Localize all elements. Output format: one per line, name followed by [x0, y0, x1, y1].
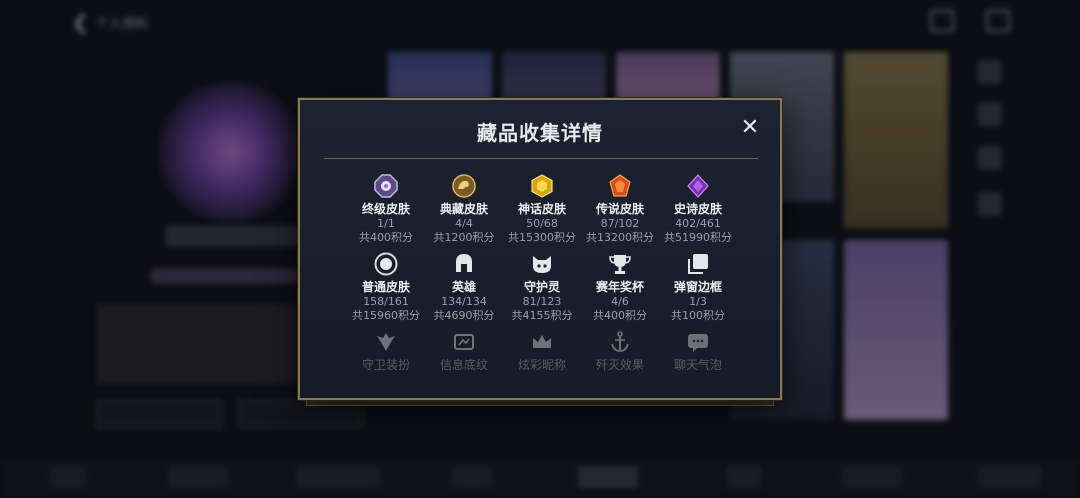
top-bar: ❮ 个人资料 [0, 0, 1080, 44]
avatar-frame [150, 82, 310, 222]
title-divider [324, 158, 758, 159]
item-name: 终级皮肤 [361, 202, 410, 216]
close-button[interactable]: ✕ [738, 116, 762, 140]
chat-bubble-icon [688, 334, 708, 352]
helmet-icon [456, 254, 472, 272]
collection-item-legend-skin[interactable]: 传说皮肤 87/102 共13200积分 [580, 174, 660, 245]
orange-gem-icon [609, 174, 631, 197]
item-name: 守卫装扮 [361, 358, 410, 372]
item-name: 歼灭效果 [595, 358, 644, 372]
item-name: 聊天气泡 [673, 358, 722, 372]
item-points: 共15300积分 [508, 231, 576, 244]
collection-item-epic-skin[interactable]: 史诗皮肤 402/461 共51990积分 [658, 174, 738, 245]
item-points: 共4155积分 [511, 309, 573, 322]
item-points: 共400积分 [593, 309, 647, 322]
collection-item-season-trophy[interactable]: 赛年奖杯 4/6 共400积分 [580, 252, 660, 323]
collection-item-mythic-skin[interactable]: 神话皮肤 50/68 共15300积分 [502, 174, 582, 245]
collection-item-heroes[interactable]: 英雄 134/134 共4690积分 [424, 252, 504, 323]
collection-item-popup-frame[interactable]: 弹窗边框 1/3 共100积分 [658, 252, 738, 323]
right-rail [970, 50, 1010, 450]
item-name: 普通皮肤 [361, 280, 410, 294]
item-count: 134/134 [441, 295, 487, 308]
purple-diamond-icon [687, 174, 709, 198]
item-points: 共15960积分 [352, 309, 420, 322]
collection-item-chat-bubble[interactable]: 聊天气泡 [658, 330, 738, 372]
skin-card[interactable] [844, 240, 948, 420]
collection-grid: 终级皮肤 1/1 共400积分 典藏皮肤 4/4 共1200积分 神话皮肤 50… [340, 170, 740, 400]
rail-button[interactable] [978, 192, 1002, 216]
bottom-tab[interactable] [726, 466, 762, 488]
collection-item-info-background[interactable]: 信息底纹 [424, 330, 504, 372]
item-name: 史诗皮肤 [673, 202, 722, 216]
item-count: 158/161 [363, 295, 409, 308]
crown-icon [533, 335, 551, 348]
gold-hexagon-gem-icon [531, 174, 553, 198]
item-count: 81/123 [522, 295, 562, 308]
bottom-tab[interactable] [296, 466, 380, 488]
item-name: 信息底纹 [439, 358, 488, 372]
bottom-tab[interactable] [452, 466, 492, 488]
rank-badge-strip [150, 268, 300, 284]
item-count: 4/6 [611, 295, 629, 308]
collection-item-guardian-spirit[interactable]: 守护灵 81/123 共4155积分 [502, 252, 582, 323]
item-count: 1/1 [377, 217, 395, 230]
bottom-tab-active[interactable] [578, 466, 638, 488]
item-points: 共51990积分 [664, 231, 732, 244]
modal-title: 藏品收集详情 [477, 121, 603, 145]
collection-item-normal-skin[interactable]: 普通皮肤 158/161 共15960积分 [346, 252, 426, 323]
rail-button[interactable] [978, 60, 1002, 84]
guardian-ornament-icon [377, 333, 395, 351]
bottom-tab[interactable] [50, 466, 86, 488]
item-count: 50/68 [526, 217, 558, 230]
item-name: 守护灵 [523, 280, 560, 294]
page-title: 个人资料 [96, 17, 149, 32]
item-points: 共13200积分 [586, 231, 654, 244]
bottom-tab-bar [0, 458, 1080, 498]
item-name: 传说皮肤 [595, 202, 644, 216]
item-name: 神话皮肤 [517, 202, 566, 216]
stacked-frames-icon [688, 254, 708, 274]
bottom-tab[interactable] [842, 466, 902, 488]
item-name: 炫彩昵称 [517, 358, 566, 372]
item-count: 1/3 [689, 295, 707, 308]
cat-face-icon [533, 256, 551, 273]
back-arrow-icon[interactable]: ❮ [72, 10, 89, 34]
collection-item-collector-skin[interactable]: 典藏皮肤 4/4 共1200积分 [424, 174, 504, 245]
item-points: 共4690积分 [433, 309, 495, 322]
trophy-icon [609, 255, 631, 274]
collection-item-elimination-effect[interactable]: 歼灭效果 [580, 330, 660, 372]
rail-button[interactable] [978, 146, 1002, 170]
item-name: 英雄 [451, 280, 476, 294]
bottom-tab[interactable] [978, 466, 1042, 488]
collection-detail-modal: 藏品收集详情 ✕ 终级皮肤 1/1 共400积分 典藏皮肤 4/4 共1200积… [298, 98, 782, 400]
item-points: 共100积分 [671, 309, 725, 322]
collection-item-guard-outfit[interactable]: 守卫装扮 [346, 330, 426, 372]
mail-icon[interactable] [930, 10, 954, 32]
circle-coin-icon [374, 252, 398, 276]
item-points: 共1200积分 [433, 231, 495, 244]
item-count: 4/4 [455, 217, 473, 230]
share-icon[interactable] [986, 10, 1010, 32]
player-name-blurred [165, 226, 315, 246]
dragon-medallion-icon [452, 174, 476, 198]
anchor-icon [611, 331, 629, 352]
item-points: 共400积分 [359, 231, 413, 244]
bottom-tab[interactable] [168, 466, 228, 488]
info-card-icon [454, 334, 474, 350]
modal-ledge [306, 400, 774, 406]
collection-item-ultimate-skin[interactable]: 终级皮肤 1/1 共400积分 [346, 174, 426, 245]
profile-button-1[interactable] [96, 400, 222, 428]
rail-button[interactable] [978, 102, 1002, 126]
item-count: 402/461 [675, 217, 721, 230]
collection-item-colorful-nickname[interactable]: 炫彩昵称 [502, 330, 582, 372]
item-count: 87/102 [600, 217, 640, 230]
item-name: 典藏皮肤 [439, 202, 488, 216]
item-name: 赛年奖杯 [595, 280, 644, 294]
item-name: 弹窗边框 [673, 280, 722, 294]
skin-card[interactable] [844, 52, 948, 228]
octagon-flower-icon [374, 174, 398, 198]
